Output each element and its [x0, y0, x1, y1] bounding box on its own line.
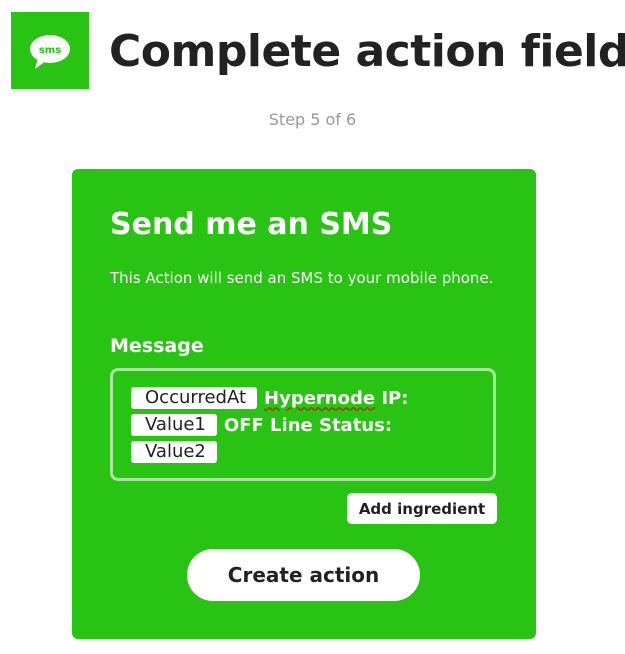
message-text-status: OFF Line Status: — [223, 414, 393, 436]
sms-logo-text: sms — [39, 45, 61, 56]
message-field[interactable]: OccurredAt Hypernode IP: Value1 OFF Line… — [110, 368, 496, 481]
page: sms Complete action fields Step 5 of 6 S… — [0, 0, 625, 654]
step-indicator: Step 5 of 6 — [268, 110, 357, 129]
message-text-ip: IP: — [375, 387, 409, 409]
message-line-3: Value2 — [131, 440, 217, 464]
sms-service-logo: sms — [11, 12, 89, 89]
ingredient-value1[interactable]: Value1 — [131, 414, 217, 436]
action-title: Send me an SMS — [110, 207, 393, 242]
ingredient-value2[interactable]: Value2 — [131, 441, 217, 463]
spellcheck-word: Hypernode — [264, 387, 376, 409]
message-text-segment: Hypernode IP: — [264, 388, 408, 409]
message-line-1: OccurredAt Hypernode IP: — [131, 386, 408, 410]
action-description: This Action will send an SMS to your mob… — [110, 269, 494, 287]
message-line-2: Value1 OFF Line Status: — [131, 413, 392, 437]
page-title: Complete action fields — [109, 26, 625, 77]
action-card: Send me an SMS This Action will send an … — [72, 169, 536, 639]
message-field-label: Message — [110, 335, 204, 357]
create-action-button[interactable]: Create action — [187, 549, 420, 601]
ingredient-occurred-at[interactable]: OccurredAt — [131, 387, 258, 409]
sms-bubble-icon: sms — [30, 35, 70, 69]
add-ingredient-button[interactable]: Add ingredient — [347, 493, 497, 524]
